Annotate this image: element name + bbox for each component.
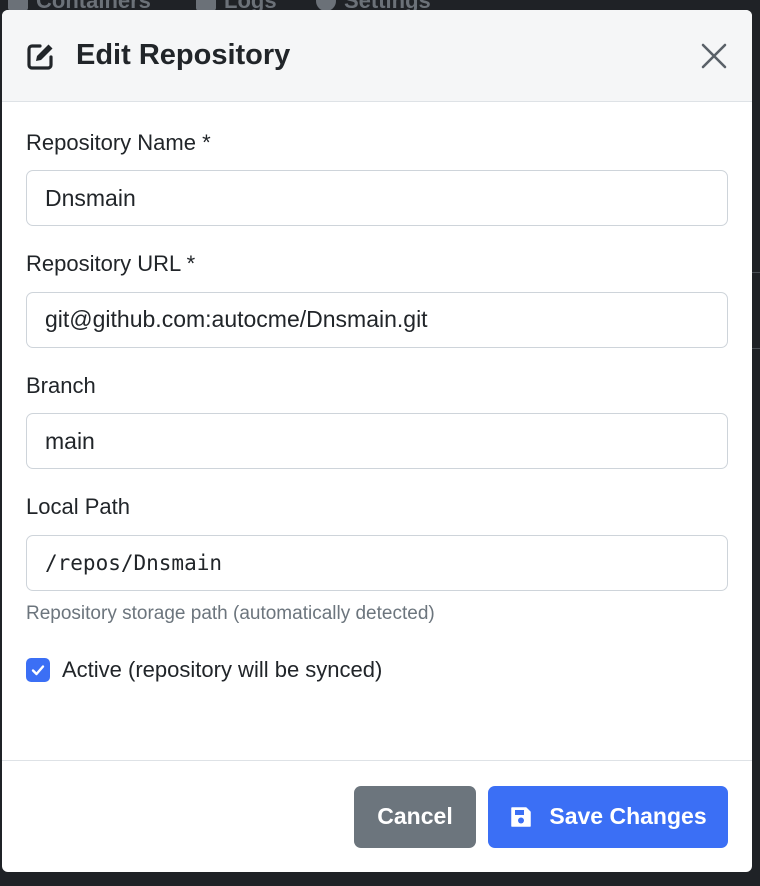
repository-url-input[interactable] [26,291,728,348]
repository-name-label: Repository Name * [26,130,211,155]
active-checkbox-row: Active (repository will be synced) [26,657,728,683]
repository-name-field: Repository Name * [26,130,728,227]
modal-footer: Cancel Save Changes [2,760,752,872]
background-divider [752,272,760,273]
close-icon [701,43,727,68]
active-checkbox[interactable] [26,657,50,682]
edit-repository-modal: Edit Repository Repository Name * Reposi… [2,10,752,872]
cancel-button[interactable]: Cancel [354,785,476,848]
modal-title: Edit Repository [76,39,291,71]
repository-url-field: Repository URL * [26,251,728,348]
local-path-input[interactable] [26,534,728,591]
floppy-disk-icon [509,805,533,829]
save-changes-button[interactable]: Save Changes [488,785,728,848]
edit-icon [26,41,56,71]
modal-header: Edit Repository [2,10,752,102]
modal-body: Repository Name * Repository URL * Branc… [2,102,752,683]
repository-name-input[interactable] [26,170,728,227]
active-checkbox-label[interactable]: Active (repository will be synced) [62,657,382,683]
branch-field: Branch [26,372,728,470]
local-path-label: Local Path [26,494,130,520]
local-path-help-text: Repository storage path (automatically d… [26,602,435,624]
close-button[interactable] [698,40,730,72]
branch-label: Branch [26,372,96,398]
checkmark-icon [31,664,45,675]
branch-input[interactable] [26,413,728,470]
background-divider [752,348,760,349]
repository-url-label: Repository URL * [26,251,196,277]
local-path-field: Local Path Repository storage path (auto… [26,494,728,624]
save-button-label: Save Changes [549,803,707,829]
